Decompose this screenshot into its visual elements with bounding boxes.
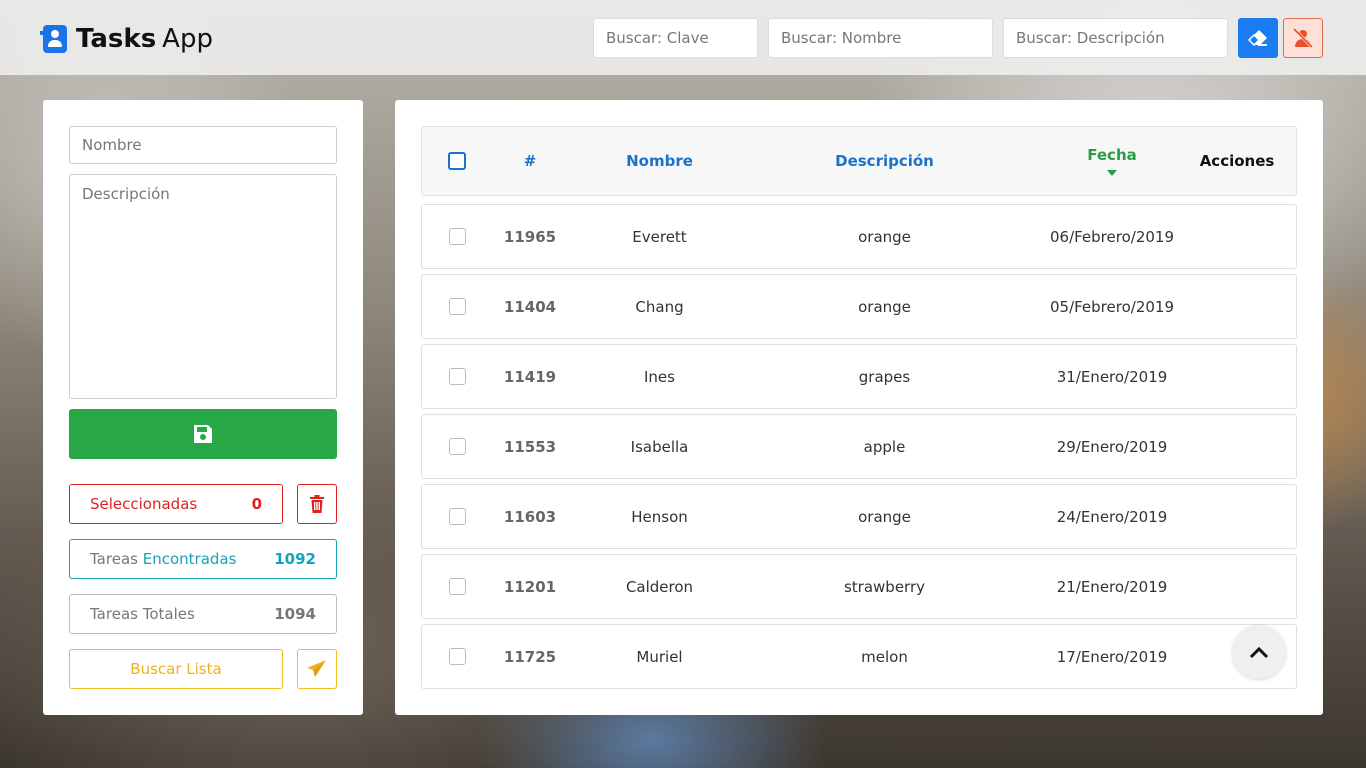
eraser-icon: [1248, 30, 1267, 47]
brand[interactable]: Tasks App: [40, 24, 213, 54]
save-button[interactable]: [69, 409, 337, 459]
table-row[interactable]: 11201 Calderon strawberry 21/Enero/2019: [421, 554, 1297, 619]
brand-title: Tasks App: [76, 24, 213, 54]
row-num: 11404: [503, 297, 557, 316]
top-navbar: Tasks App: [0, 0, 1366, 75]
row-nombre: Isabella: [630, 437, 689, 456]
search-descripcion-input[interactable]: [1003, 18, 1228, 58]
row-acciones: [1182, 205, 1292, 268]
buscar-lista-button[interactable]: Buscar Lista: [69, 649, 283, 689]
table-row[interactable]: 11725 Muriel melon 17/Enero/2019: [421, 624, 1297, 689]
row-select-cell: [437, 205, 477, 268]
nombre-input[interactable]: [69, 126, 337, 164]
row-checkbox[interactable]: [448, 508, 466, 525]
row-descripcion: orange: [858, 297, 911, 316]
total-tasks-badge: Tareas Totales 1094: [69, 594, 337, 634]
row-select-cell: [437, 345, 477, 408]
row-descripcion: apple: [863, 437, 906, 456]
row-num: 11725: [503, 647, 557, 666]
found-label-prefix: Tareas: [90, 550, 138, 568]
row-descripcion: grapes: [858, 367, 911, 386]
header-nombre[interactable]: Nombre: [582, 127, 737, 195]
task-form-panel: Seleccionadas 0 Tareas Encontradas 1092 …: [43, 100, 363, 715]
row-descripcion: melon: [861, 647, 908, 666]
clear-search-button[interactable]: [1238, 18, 1278, 58]
unassign-user-button[interactable]: [1283, 18, 1323, 58]
row-descripcion: orange: [858, 227, 911, 246]
row-select-cell: [437, 275, 477, 338]
row-nombre: Chang: [635, 297, 684, 316]
search-nombre-input[interactable]: [768, 18, 993, 58]
found-label: Tareas Encontradas: [90, 550, 236, 568]
sort-desc-icon: [1107, 170, 1117, 176]
header-acciones: Acciones: [1199, 152, 1275, 170]
descripcion-textarea[interactable]: [69, 174, 337, 399]
row-acciones: [1182, 485, 1292, 548]
send-button[interactable]: [297, 649, 337, 689]
delete-selected-button[interactable]: [297, 484, 337, 524]
table-header: # Nombre Descripción Fecha Acciones: [421, 126, 1297, 196]
row-nombre: Calderon: [625, 577, 694, 596]
row-checkbox[interactable]: [448, 368, 466, 385]
search-clave-input[interactable]: [593, 18, 758, 58]
row-select-cell: [437, 485, 477, 548]
row-nombre: Everett: [632, 227, 687, 246]
row-checkbox[interactable]: [448, 298, 466, 315]
header-num[interactable]: #: [490, 127, 570, 195]
found-tasks-badge: Tareas Encontradas 1092: [69, 539, 337, 579]
selected-value: 0: [251, 495, 262, 513]
row-nombre: Muriel: [636, 647, 683, 666]
trash-icon: [310, 495, 324, 513]
user-slash-icon: [1292, 28, 1314, 48]
paper-plane-icon: [307, 660, 326, 677]
row-acciones: [1182, 345, 1292, 408]
table-row[interactable]: 11603 Henson orange 24/Enero/2019: [421, 484, 1297, 549]
header-fecha-label: Fecha: [1087, 146, 1137, 164]
selected-label: Seleccionadas: [90, 495, 198, 513]
row-descripcion: strawberry: [843, 577, 926, 596]
total-label: Tareas Totales: [90, 605, 195, 623]
found-label-accent: Encontradas: [142, 550, 237, 568]
row-checkbox[interactable]: [448, 578, 466, 595]
row-num: 11965: [503, 227, 557, 246]
selected-count-badge: Seleccionadas 0: [69, 484, 283, 524]
row-nombre: Henson: [631, 507, 688, 526]
row-acciones: [1182, 275, 1292, 338]
row-checkbox[interactable]: [448, 228, 466, 245]
header-descripcion[interactable]: Descripción: [752, 127, 1017, 195]
row-select-cell: [437, 555, 477, 618]
row-checkbox[interactable]: [448, 438, 466, 455]
row-acciones: [1182, 415, 1292, 478]
row-select-cell: [437, 415, 477, 478]
table-row[interactable]: 11419 Ines grapes 31/Enero/2019: [421, 344, 1297, 409]
header-select-all-cell: [437, 127, 477, 195]
total-value: 1094: [274, 605, 316, 623]
row-checkbox[interactable]: [448, 648, 466, 665]
floppy-disk-icon: [194, 425, 212, 443]
table-row[interactable]: 11553 Isabella apple 29/Enero/2019: [421, 414, 1297, 479]
select-all-checkbox[interactable]: [448, 152, 466, 170]
table-row[interactable]: 11404 Chang orange 05/Febrero/2019: [421, 274, 1297, 339]
row-descripcion: orange: [858, 507, 911, 526]
row-nombre: Ines: [644, 367, 675, 386]
row-acciones: [1182, 555, 1292, 618]
chevron-up-icon: [1249, 646, 1269, 659]
row-num: 11603: [503, 507, 557, 526]
brand-title-bold: Tasks: [76, 24, 157, 54]
scroll-top-button[interactable]: [1232, 625, 1286, 679]
address-book-icon: [40, 25, 67, 53]
row-num: 11553: [503, 437, 557, 456]
found-value: 1092: [274, 550, 316, 568]
row-num: 11419: [503, 367, 557, 386]
brand-title-rest: App: [162, 24, 213, 54]
row-num: 11201: [503, 577, 557, 596]
table-row[interactable]: 11965 Everett orange 06/Febrero/2019: [421, 204, 1297, 269]
row-select-cell: [437, 625, 477, 688]
task-list-panel: # Nombre Descripción Fecha Acciones 1196…: [395, 100, 1323, 715]
